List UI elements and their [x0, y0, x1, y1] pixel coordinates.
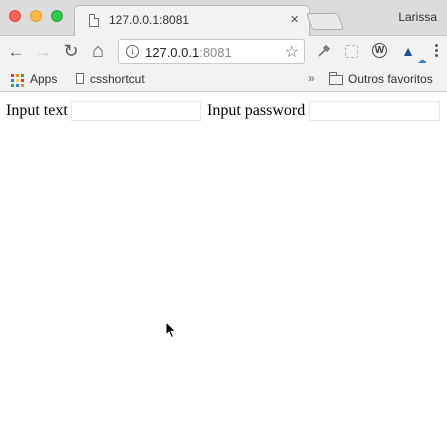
apps-grid-icon[interactable]	[11, 74, 24, 87]
home-icon[interactable]: ⌂	[87, 40, 109, 62]
more-bookmarks-chevron-icon[interactable]: »	[308, 71, 315, 85]
bookmarks-bar: Apps csshortcut » Outros favoritos	[0, 68, 447, 92]
folder-icon	[329, 72, 343, 85]
tab-close-icon[interactable]: ×	[290, 12, 299, 28]
zoom-window-button[interactable]	[51, 10, 63, 22]
address-bar[interactable]: i 127.0.0.1:8081 ☆	[118, 39, 305, 64]
wappalyzer-extension-icon[interactable]: W	[372, 43, 387, 58]
minimize-window-button[interactable]	[30, 10, 42, 22]
text-input[interactable]	[71, 101, 201, 121]
new-tab-button[interactable]	[305, 13, 345, 30]
password-input[interactable]	[309, 101, 440, 121]
page-icon	[89, 14, 99, 27]
forward-arrow-icon[interactable]: →	[32, 40, 54, 62]
apps-bookmark[interactable]: Apps	[30, 72, 57, 86]
url-port: :8081	[199, 45, 232, 60]
csshortcut-bookmark[interactable]: csshortcut	[90, 72, 145, 86]
back-arrow-icon[interactable]: ←	[5, 40, 27, 62]
tab-active[interactable]: 127.0.0.1:8081 ×	[74, 5, 310, 37]
reload-icon[interactable]: ↻	[60, 40, 82, 62]
extension-placeholder-icon[interactable]	[345, 45, 358, 58]
eyedropper-extension-icon[interactable]	[316, 43, 332, 59]
bookmark-star-icon[interactable]: ☆	[285, 42, 299, 62]
title-bar: 127.0.0.1:8081 × Larissa	[0, 0, 447, 37]
site-info-icon[interactable]: i	[126, 45, 139, 58]
browser-menu-icon[interactable]	[435, 44, 439, 57]
close-window-button[interactable]	[9, 10, 21, 22]
browser-toolbar: ← → ↻ ⌂ i 127.0.0.1:8081 ☆ W ▲ ☁	[0, 36, 447, 68]
url-host: 127.0.0.1	[145, 45, 200, 60]
url-text: 127.0.0.1:8081	[145, 45, 232, 60]
page-content: Input text Input password	[0, 93, 447, 429]
input-text-label: Input text	[6, 102, 68, 119]
profile-name[interactable]: Larissa	[398, 10, 437, 24]
input-password-label: Input password	[207, 102, 306, 119]
cloud-extension-icon[interactable]: ☁	[414, 52, 430, 68]
tab-title: 127.0.0.1:8081	[109, 13, 190, 27]
mouse-cursor-icon	[165, 321, 177, 339]
page-icon	[76, 73, 84, 84]
other-bookmarks-folder[interactable]: Outros favoritos	[348, 72, 433, 86]
